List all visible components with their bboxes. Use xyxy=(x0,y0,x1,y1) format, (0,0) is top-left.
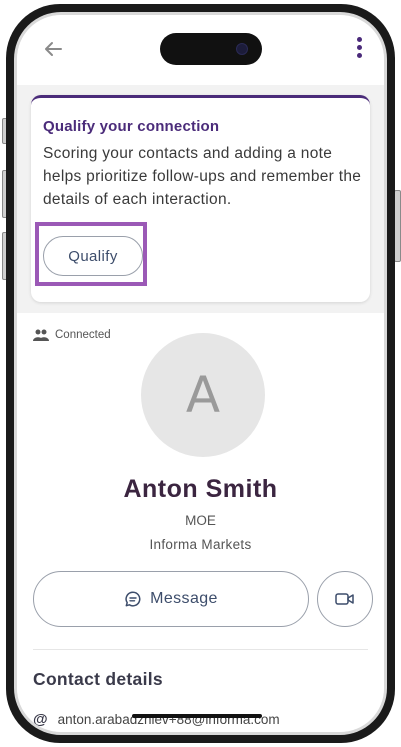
at-sign-icon: @ xyxy=(33,711,48,728)
back-arrow-icon[interactable] xyxy=(41,37,65,61)
avatar: A xyxy=(141,333,265,457)
phone-frame: Qualify your connection Scoring your con… xyxy=(6,4,395,743)
qualify-button[interactable]: Qualify xyxy=(43,236,143,276)
contact-role: MOE xyxy=(185,513,216,528)
kebab-menu-icon[interactable] xyxy=(354,37,364,65)
contact-company: Informa Markets xyxy=(149,537,252,552)
chat-bubble-icon xyxy=(125,591,141,607)
dynamic-island xyxy=(160,33,262,65)
contact-name: Anton Smith xyxy=(123,475,278,503)
message-button-label: Message xyxy=(150,590,218,607)
people-icon xyxy=(33,329,49,341)
phone-screen: Qualify your connection Scoring your con… xyxy=(14,12,387,735)
profile-card: Connected A Anton Smith MOE Informa Mark… xyxy=(17,313,384,732)
qualify-description: Scoring your contacts and adding a note … xyxy=(43,145,362,208)
camera-icon xyxy=(236,43,248,55)
contact-details-title: Contact details xyxy=(33,669,163,689)
qualify-title: Qualify your connection xyxy=(43,118,220,135)
home-indicator xyxy=(132,714,262,718)
divider xyxy=(33,649,368,650)
message-button[interactable]: Message xyxy=(33,571,309,627)
top-app-bar xyxy=(17,15,384,85)
connection-status: Connected xyxy=(33,329,111,341)
power-button xyxy=(394,190,401,262)
video-call-icon xyxy=(335,593,354,605)
qualify-card: Qualify your connection Scoring your con… xyxy=(31,95,370,302)
video-call-button[interactable] xyxy=(317,571,373,627)
connection-status-label: Connected xyxy=(55,329,111,341)
